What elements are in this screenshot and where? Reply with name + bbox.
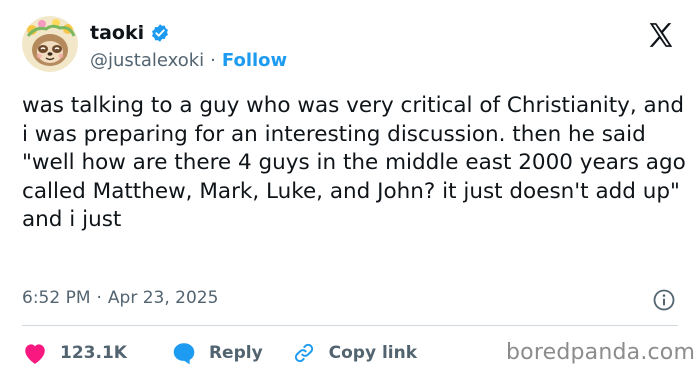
- copy-link-button[interactable]: Copy link: [291, 341, 417, 365]
- copy-link-label: Copy link: [328, 343, 418, 363]
- link-icon: [294, 343, 313, 363]
- like-count: 123.1K: [60, 343, 127, 363]
- author-handle[interactable]: @justalexoki: [90, 50, 204, 71]
- reply-button[interactable]: Reply: [171, 341, 263, 365]
- sloth-avatar-icon[interactable]: [22, 16, 78, 72]
- author-name-row: taoki: [90, 20, 170, 46]
- tweet-date: Apr 23, 2025: [107, 288, 219, 308]
- heart-icon: [25, 344, 45, 364]
- tweet-timestamp[interactable]: 6:52 PM · Apr 23, 2025: [22, 288, 218, 308]
- like-button[interactable]: 123.1K: [22, 341, 127, 365]
- divider: [22, 325, 678, 326]
- reply-label: Reply: [208, 343, 263, 363]
- x-logo-icon[interactable]: [646, 20, 676, 50]
- tweet-actions: 123.1K Reply Copy link: [22, 338, 417, 368]
- boredpanda-watermark: boredpanda.com: [506, 340, 696, 365]
- author-handle-row: @justalexoki · Follow: [90, 48, 287, 72]
- info-icon[interactable]: [652, 288, 676, 312]
- tweet-card: taoki @justalexoki · Follow was talking …: [0, 0, 700, 379]
- handle-separator: ·: [210, 49, 216, 71]
- timestamp-separator: ·: [96, 288, 102, 308]
- tweet-text: was talking to a guy who was very critic…: [22, 93, 686, 232]
- follow-button[interactable]: Follow: [222, 50, 287, 71]
- reply-bubble-icon: [173, 343, 195, 365]
- tweet-time: 6:52 PM: [22, 288, 91, 308]
- verified-badge-icon: [150, 23, 170, 43]
- author-display-name[interactable]: taoki: [90, 21, 144, 45]
